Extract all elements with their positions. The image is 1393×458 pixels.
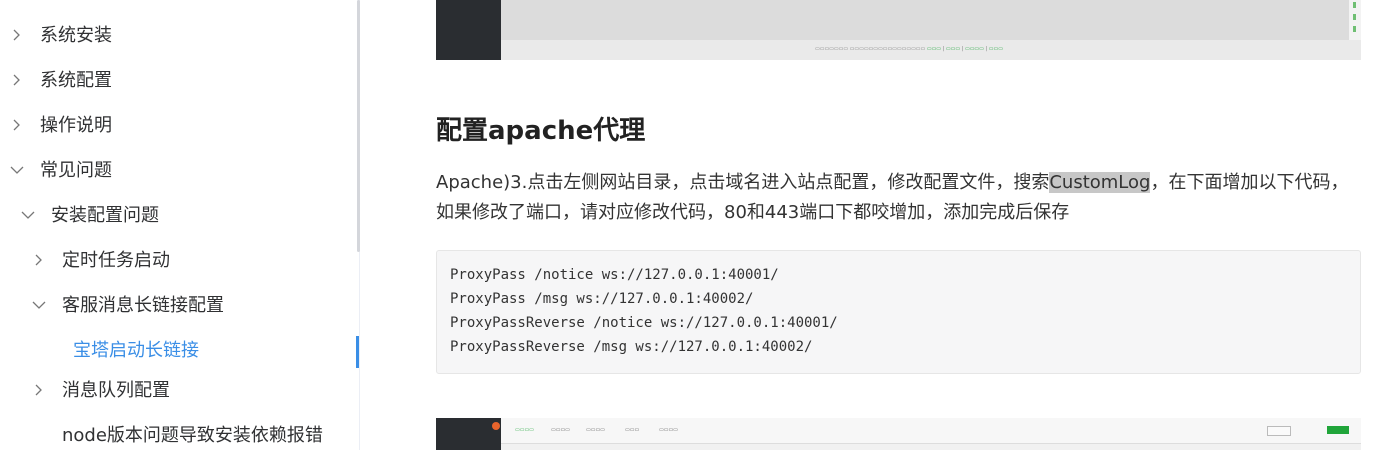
sidebar-item-label: 定时任务启动	[62, 250, 170, 271]
chevron-right-icon	[12, 103, 26, 148]
sidebar-item-queue-config[interactable]: 消息队列配置	[0, 368, 350, 413]
sidebar-item-operation-guide[interactable]: 操作说明	[0, 103, 350, 148]
code-line: ProxyPassReverse /notice ws://127.0.0.1:…	[450, 315, 838, 331]
sidebar-item-bt-start-longlink[interactable]: 宝塔启动长链接	[0, 328, 350, 373]
sidebar-item-system-config[interactable]: 系统配置	[0, 58, 350, 103]
sidebar-item-cs-longlink-config[interactable]: 客服消息长链接配置	[0, 283, 350, 328]
code-block: ProxyPass /notice ws://127.0.0.1:40001/ …	[436, 250, 1361, 374]
article-content: ▭▭▭▭▭▭▭ ▭▭▭▭▭▭▭▭▭▭▭▭▭▭▭▭ ▭▭▭ | ▭▭▭ | ▭▭▭…	[360, 0, 1393, 450]
code-line: ProxyPass /msg ws://127.0.0.1:40002/	[450, 291, 754, 307]
docs-sidebar: 系统安装 系统配置 操作说明 常见问题 安装配置问题 定时任务启动 客服消息长链…	[0, 0, 360, 450]
sidebar-item-node-version-issue[interactable]: node版本问题导致安装依赖报错	[0, 413, 350, 458]
sidebar-item-label: 宝塔启动长链接	[73, 340, 199, 361]
chevron-right-icon	[34, 238, 48, 283]
sidebar-item-label: 操作说明	[40, 115, 112, 136]
sidebar-item-cron-start[interactable]: 定时任务启动	[0, 238, 350, 283]
search-highlight: CustomLog	[1049, 172, 1151, 193]
code-line: ProxyPass /notice ws://127.0.0.1:40001/	[450, 267, 779, 283]
chevron-right-icon	[34, 368, 48, 413]
bt-website-screenshot-image: ▭▭▭▭ ▭▭▭▭ ▭▭▭▭ ▭▭▭ ▭▭▭▭	[436, 418, 1361, 450]
code-line: ProxyPassReverse /msg ws://127.0.0.1:400…	[450, 339, 813, 355]
sidebar-item-system-install[interactable]: 系统安装	[0, 13, 350, 58]
chevron-down-icon	[32, 283, 46, 328]
sidebar-item-label: 常见问题	[40, 160, 112, 181]
chevron-down-icon	[10, 148, 24, 193]
sidebar-item-label: 系统安装	[40, 25, 112, 46]
paragraph-text: Apache)3.点击左侧网站目录，点击域名进入站点配置，修改配置文件，搜索	[436, 172, 1050, 193]
section-heading: 配置apache代理	[436, 116, 646, 146]
sidebar-item-label: 消息队列配置	[62, 380, 170, 401]
sidebar-item-label: 安装配置问题	[51, 205, 159, 226]
chevron-right-icon	[12, 58, 26, 103]
sidebar-item-label: 客服消息长链接配置	[62, 295, 224, 316]
sidebar-item-label: 系统配置	[40, 70, 112, 91]
sidebar-item-faq[interactable]: 常见问题	[0, 148, 350, 193]
instruction-paragraph: Apache)3.点击左侧网站目录，点击域名进入站点配置，修改配置文件，搜索Cu…	[436, 168, 1366, 228]
sidebar-item-install-config-issues[interactable]: 安装配置问题	[0, 193, 350, 238]
bt-panel-screenshot-image: ▭▭▭▭▭▭▭ ▭▭▭▭▭▭▭▭▭▭▭▭▭▭▭▭ ▭▭▭ | ▭▭▭ | ▭▭▭…	[436, 0, 1361, 60]
sidebar-item-label: node版本问题导致安装依赖报错	[62, 425, 323, 446]
chevron-right-icon	[12, 13, 26, 58]
chevron-down-icon	[21, 193, 35, 238]
